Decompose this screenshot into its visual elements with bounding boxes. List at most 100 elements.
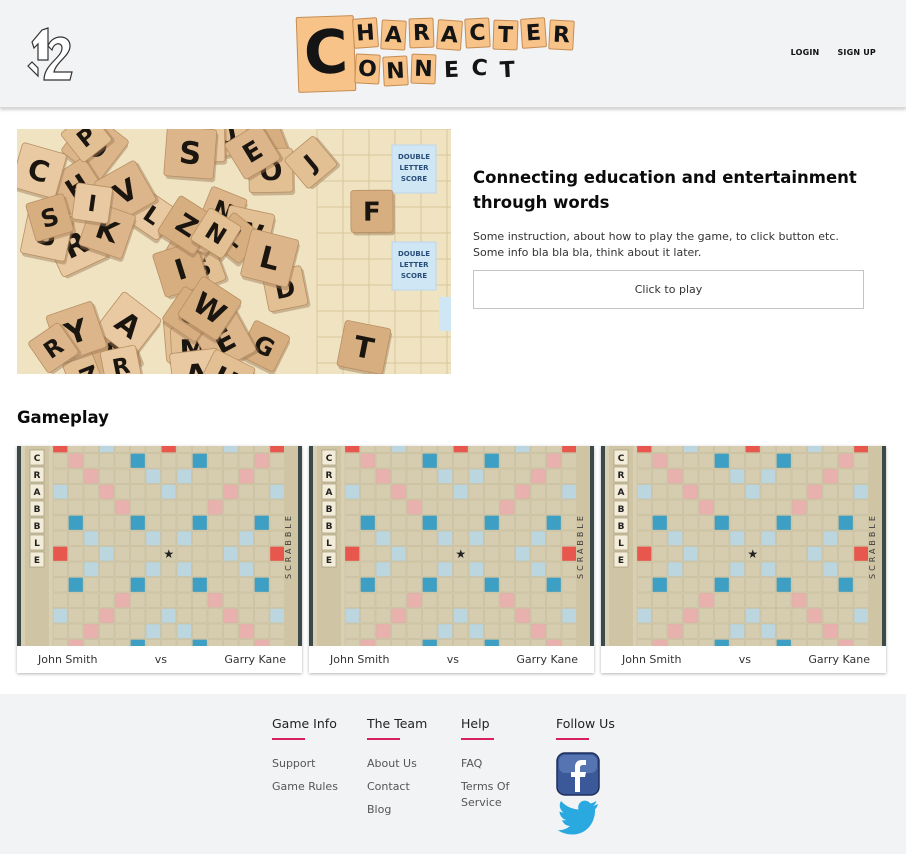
board-square bbox=[667, 499, 683, 515]
board-square bbox=[114, 592, 130, 608]
facebook-icon[interactable] bbox=[556, 752, 600, 796]
board-square bbox=[714, 484, 730, 500]
board-square bbox=[515, 577, 531, 593]
board-square bbox=[546, 608, 562, 624]
board-square bbox=[391, 446, 407, 453]
board-square bbox=[360, 484, 376, 500]
board-square bbox=[114, 623, 130, 639]
premium-label: DOUBLE bbox=[398, 250, 430, 258]
board-square bbox=[807, 530, 823, 546]
board-square bbox=[760, 515, 776, 531]
board-square bbox=[468, 639, 484, 646]
board-square bbox=[838, 530, 854, 546]
board-square bbox=[344, 577, 360, 593]
board-square bbox=[406, 484, 422, 500]
login-link[interactable]: LOGIN bbox=[791, 48, 820, 57]
click-to-play-button[interactable]: Click to play bbox=[473, 270, 864, 309]
board-square bbox=[652, 639, 668, 646]
board-square bbox=[192, 577, 208, 593]
board-square bbox=[484, 577, 500, 593]
board-square bbox=[822, 546, 838, 562]
board-square bbox=[745, 515, 761, 531]
character-connect-logo[interactable]: C HARACTER ONNECT bbox=[293, 12, 593, 96]
board-square bbox=[130, 453, 146, 469]
board-square bbox=[453, 561, 469, 577]
board-square bbox=[269, 546, 285, 562]
board-square bbox=[636, 453, 652, 469]
board-square bbox=[499, 639, 515, 646]
rack-letter: A bbox=[34, 488, 41, 498]
board-square bbox=[546, 499, 562, 515]
board-square bbox=[698, 468, 714, 484]
twitter-icon[interactable] bbox=[556, 798, 600, 838]
board-square bbox=[52, 446, 68, 453]
board-square bbox=[729, 468, 745, 484]
board-square bbox=[161, 515, 177, 531]
game-card[interactable]: C R A B B L E ★ SCRABBLE John Smith vs Garry Kan… bbox=[309, 446, 594, 673]
board-square bbox=[176, 546, 192, 562]
board-square bbox=[437, 515, 453, 531]
board-square bbox=[838, 577, 854, 593]
board-square bbox=[484, 453, 500, 469]
board-square bbox=[192, 546, 208, 562]
board-square bbox=[499, 546, 515, 562]
game-card[interactable]: C R A B B L E ★ SCRABBLE John Smith vs Garry Kan… bbox=[17, 446, 302, 673]
board-square bbox=[546, 484, 562, 500]
board-square bbox=[68, 446, 84, 453]
vs-label: vs bbox=[738, 653, 752, 666]
board-square bbox=[698, 453, 714, 469]
board-square bbox=[838, 446, 854, 453]
board-square bbox=[176, 453, 192, 469]
board-square bbox=[499, 608, 515, 624]
signup-link[interactable]: SIGN UP bbox=[837, 48, 876, 57]
blog-link[interactable]: Blog bbox=[367, 802, 437, 818]
board-square bbox=[375, 530, 391, 546]
contact-link[interactable]: Contact bbox=[367, 779, 437, 795]
logo-tile: T bbox=[492, 19, 519, 51]
board-square bbox=[422, 546, 438, 562]
board-square bbox=[344, 623, 360, 639]
support-link[interactable]: Support bbox=[272, 756, 342, 772]
board-square bbox=[145, 592, 161, 608]
board-square bbox=[667, 484, 683, 500]
about-us-link[interactable]: About Us bbox=[367, 756, 437, 772]
board-square bbox=[714, 639, 730, 646]
board-square bbox=[546, 561, 562, 577]
board-square bbox=[760, 639, 776, 646]
game-rules-link[interactable]: Game Rules bbox=[272, 779, 342, 795]
board-square bbox=[453, 530, 469, 546]
board-square bbox=[391, 592, 407, 608]
board-square bbox=[207, 515, 223, 531]
rack-letter: R bbox=[618, 471, 625, 481]
board-square bbox=[223, 530, 239, 546]
board-square bbox=[422, 453, 438, 469]
board-square bbox=[515, 515, 531, 531]
board-square bbox=[760, 453, 776, 469]
board-square bbox=[99, 561, 115, 577]
footer-column-team: The Team About Us Contact Blog bbox=[367, 716, 437, 825]
board-square bbox=[254, 623, 270, 639]
board-square bbox=[114, 484, 130, 500]
board-square bbox=[468, 499, 484, 515]
matchup-row: John Smith vs Garry Kane bbox=[601, 646, 886, 673]
brand-12-logo[interactable] bbox=[26, 24, 76, 84]
board-square bbox=[636, 446, 652, 453]
board-square bbox=[745, 561, 761, 577]
board-square bbox=[437, 561, 453, 577]
board-square bbox=[437, 453, 453, 469]
faq-link[interactable]: FAQ bbox=[461, 756, 531, 772]
board-square bbox=[52, 530, 68, 546]
board-square bbox=[207, 623, 223, 639]
board-square bbox=[406, 453, 422, 469]
board-square bbox=[391, 530, 407, 546]
board-square bbox=[822, 623, 838, 639]
board-square bbox=[807, 561, 823, 577]
board-square bbox=[83, 499, 99, 515]
board-square bbox=[360, 530, 376, 546]
board-square bbox=[344, 484, 360, 500]
terms-of-service-link[interactable]: Terms Of Service bbox=[461, 779, 531, 811]
center-star-icon: ★ bbox=[455, 547, 466, 561]
board-square bbox=[515, 446, 531, 453]
game-card[interactable]: C R A B B L E ★ SCRABBLE John Smith vs Garry Kan… bbox=[601, 446, 886, 673]
board-square bbox=[636, 484, 652, 500]
